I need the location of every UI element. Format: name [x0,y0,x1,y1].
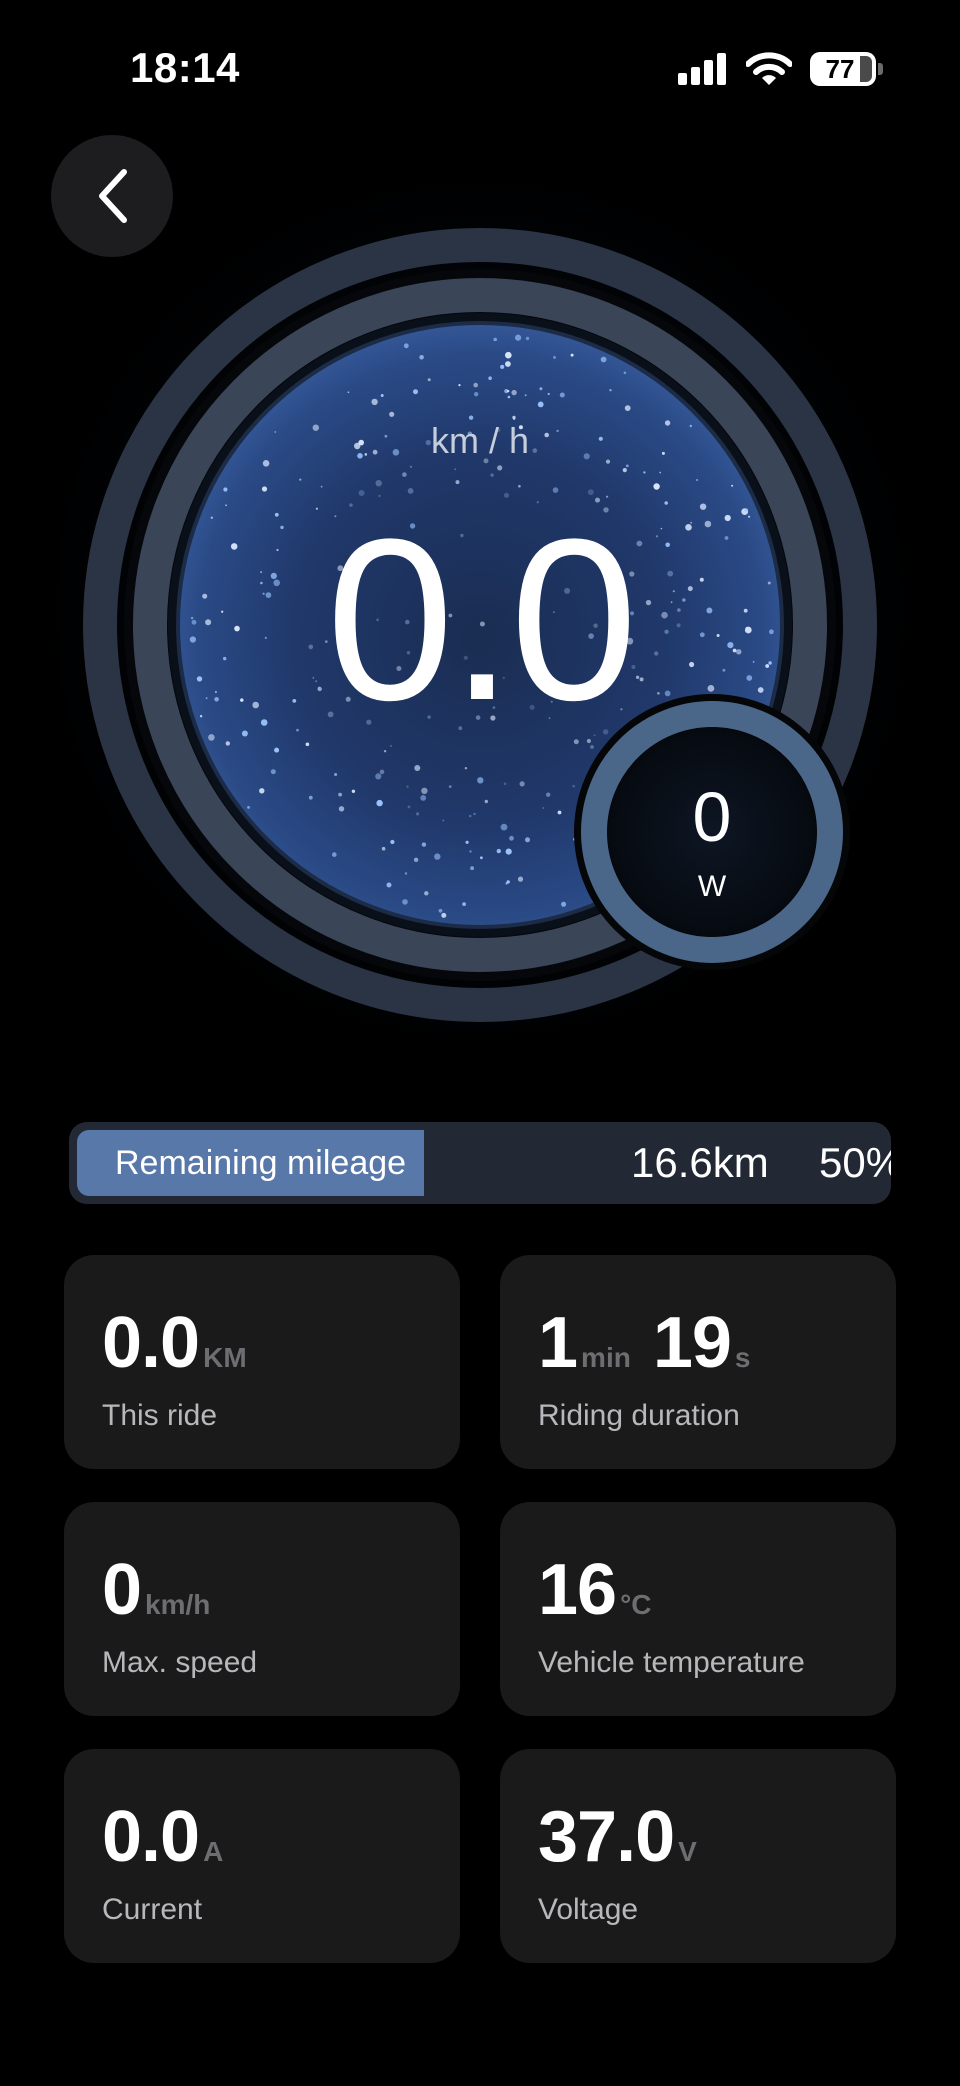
stat-unit: A [203,1836,224,1867]
stat-label: Voltage [538,1893,639,1926]
stat-card-current: 0.0 A Current [64,1749,460,1963]
stat-value: 37.0 V [538,1801,719,1873]
stat-label: Vehicle temperature [538,1646,805,1679]
stat-value: 0.0 A [102,1801,245,1873]
remaining-mileage-distance: 16.6km [631,1139,769,1186]
stat-card-riding-duration: 1 min 19 s Riding duration [500,1255,896,1469]
stat-number: 16 [538,1550,617,1630]
stat-card-vehicle-temperature: 16 °C Vehicle temperature [500,1502,896,1716]
stat-value: 1 min 19 s [538,1307,773,1379]
stat-value: 16 °C [538,1554,674,1626]
stat-card-max-speed: 0 km/h Max. speed [64,1502,460,1716]
stat-unit: km/h [145,1589,211,1620]
remaining-mileage-label: Remaining mileage [115,1144,407,1182]
stat-number: 0.0 [102,1797,200,1877]
remaining-mileage-bar: Remaining mileage 16.6km 50% [69,1122,891,1204]
stat-label: Max. speed [102,1646,258,1679]
app-screen: 18:14 77 km / h 0.0 0 W Remaining mileag… [0,0,960,2086]
speed-unit: km / h [430,420,529,461]
speed-value: 0.0 [326,491,638,748]
power-value: 0 [692,778,732,856]
stat-value: 0.0 KM [102,1307,269,1379]
stat-number: 0 [102,1550,142,1630]
stat-number: 1 [538,1303,578,1383]
power-unit: W [697,870,727,903]
stat-unit: s [734,1342,751,1373]
stat-label: Riding duration [538,1399,740,1432]
stat-card-this-ride: 0.0 KM This ride [64,1255,460,1469]
stat-number: 37.0 [538,1797,675,1877]
stat-number: 19 [652,1303,732,1383]
stat-label: Current [102,1893,203,1926]
speed-gauge: km / h 0.0 0 W [0,0,960,1060]
stat-card-voltage: 37.0 V Voltage [500,1749,896,1963]
stat-unit: KM [203,1342,247,1373]
remaining-mileage-percent: 50% [819,1139,891,1186]
stat-unit: min [581,1342,631,1373]
stat-number: 0.0 [102,1303,200,1383]
stat-value: 0 km/h [102,1554,232,1626]
stat-unit: V [678,1836,697,1867]
stat-label: This ride [102,1399,218,1432]
stat-unit: °C [620,1589,652,1620]
